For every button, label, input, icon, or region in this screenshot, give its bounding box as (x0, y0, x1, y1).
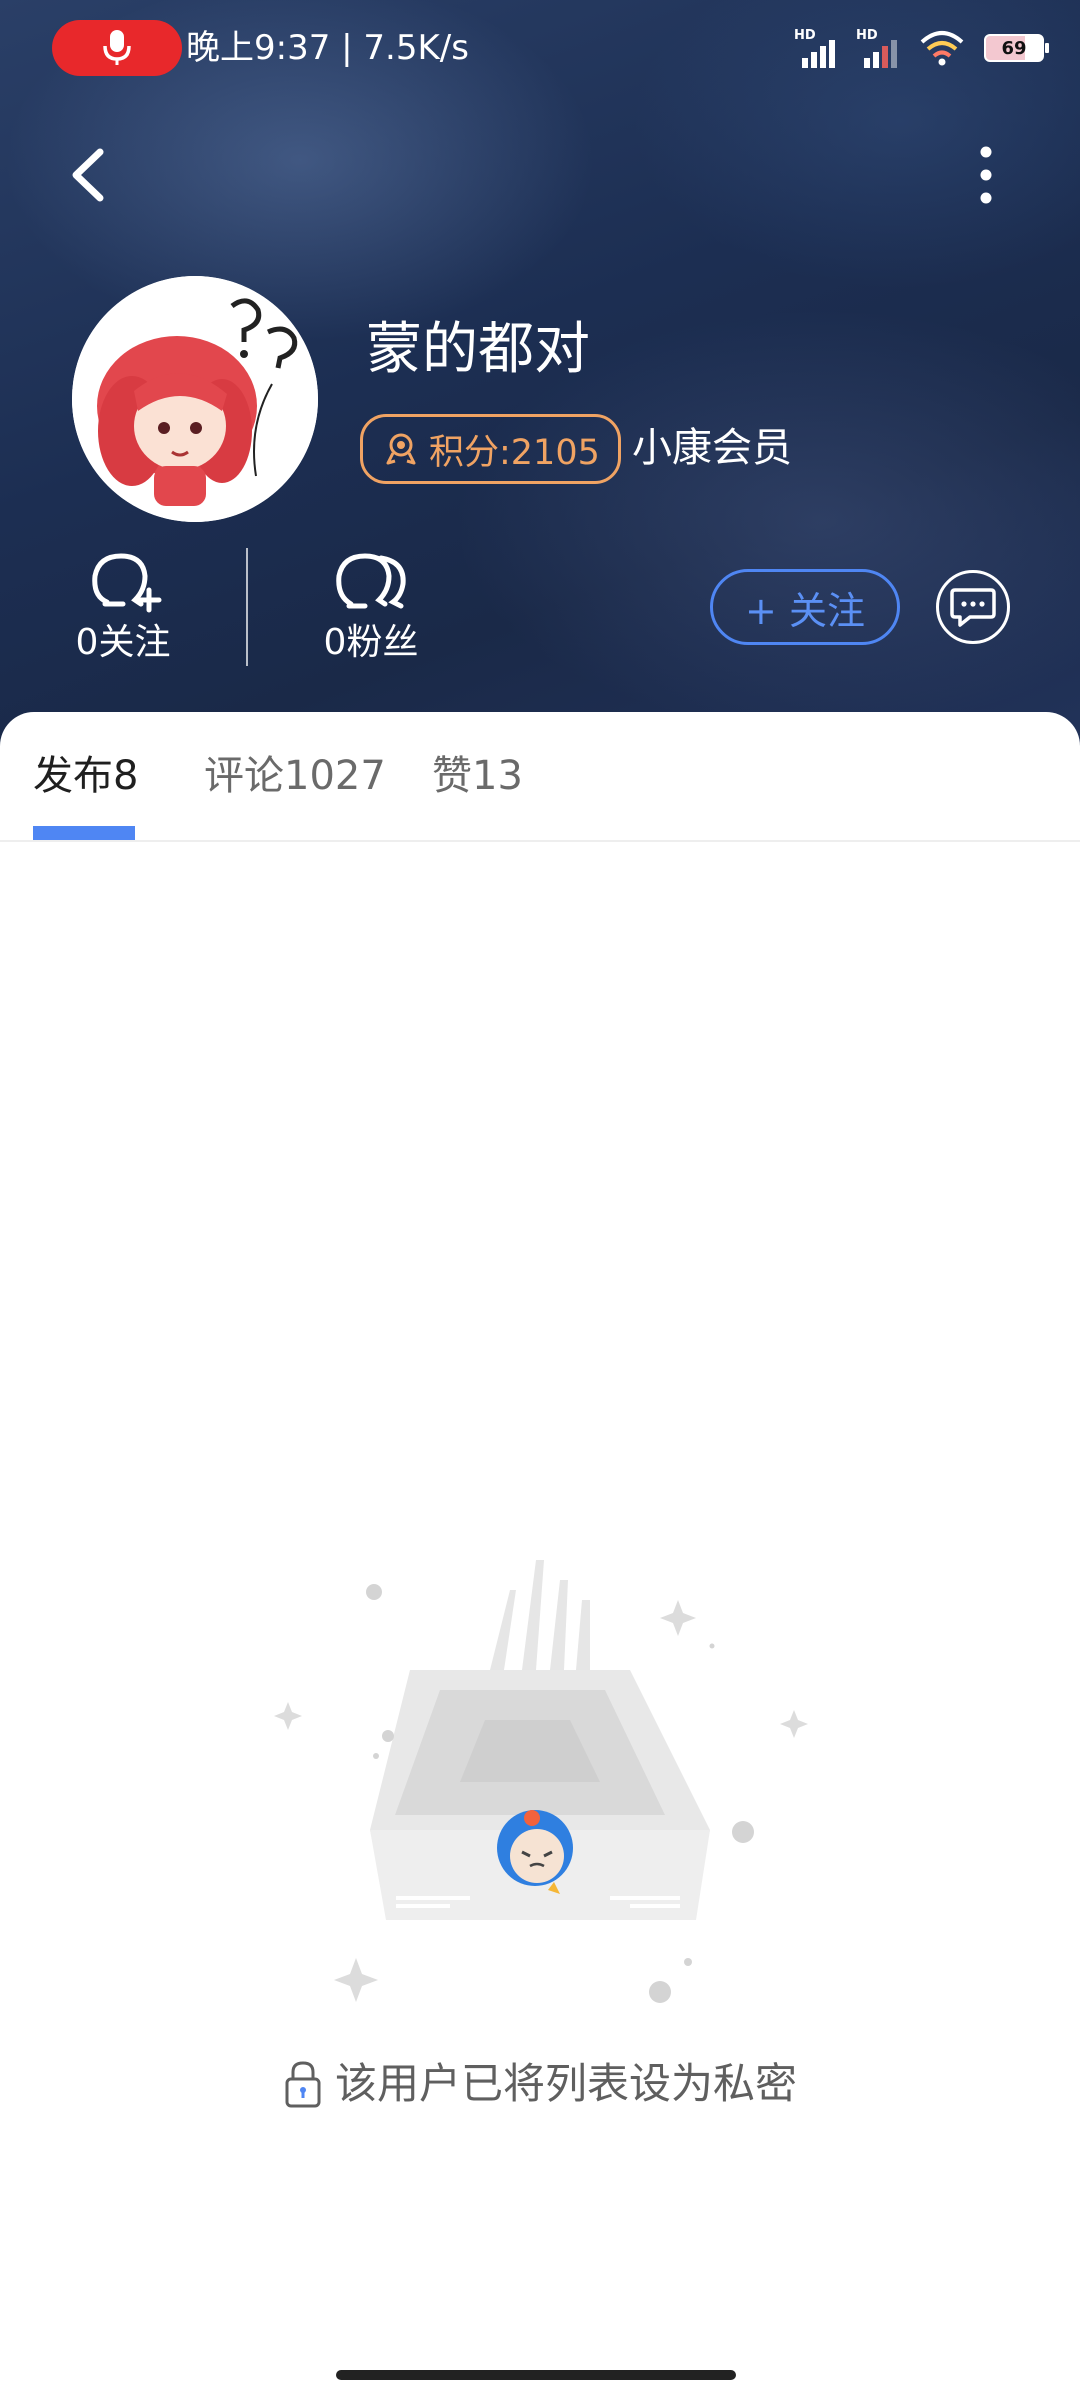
wifi-icon (920, 31, 964, 66)
points-label: 积分:2105 (429, 432, 600, 473)
active-tab-indicator (33, 826, 135, 840)
follow-button[interactable]: + 关注 (710, 569, 900, 645)
microphone-icon (103, 30, 131, 65)
chevron-left-icon (72, 148, 104, 202)
member-level-label[interactable]: 小康会员 (632, 418, 792, 478)
chat-bubble-icon (950, 588, 996, 627)
voice-recording-indicator[interactable] (52, 20, 182, 76)
fans-stat[interactable]: 0粉丝 (296, 548, 446, 666)
home-indicator[interactable] (336, 2370, 736, 2380)
content-panel: 发布8 评论1027 赞13 (0, 712, 1080, 2400)
tab-posts[interactable]: 发布8 (33, 748, 138, 804)
avatar-illustration-icon (72, 276, 318, 522)
back-button[interactable] (60, 140, 120, 210)
more-options-button[interactable] (966, 140, 1006, 210)
profile-username: 蒙的都对 (366, 317, 590, 382)
battery-icon: 69 (984, 34, 1049, 62)
user-add-icon (92, 553, 162, 613)
fans-icon (336, 553, 406, 609)
private-list-message: 该用户已将列表设为私密 (334, 2059, 797, 2108)
medal-icon (386, 433, 416, 465)
tab-likes[interactable]: 赞13 (432, 748, 523, 804)
status-time-netspeed: 晚上9:37 | 7.5K/s (186, 28, 469, 68)
following-stat[interactable]: 0关注 (48, 548, 198, 666)
profile-tabs: 发布8 评论1027 赞13 (0, 712, 1080, 842)
avatar[interactable] (72, 276, 318, 522)
stats-divider (246, 548, 248, 666)
status-icons: HD HD 69 (794, 26, 1049, 70)
tab-comments[interactable]: 评论1027 (204, 748, 386, 804)
signal-2-icon: HD (856, 28, 900, 68)
message-button[interactable] (936, 570, 1010, 644)
fans-count: 0粉丝 (323, 622, 419, 663)
signal-1-icon: HD (794, 28, 838, 68)
more-vertical-icon (980, 146, 992, 204)
points-badge[interactable]: 积分:2105 (360, 414, 621, 484)
empty-box-illustration-icon (274, 1560, 808, 2003)
private-list-notice: 该用户已将列表设为私密 (0, 2054, 1080, 2114)
lock-icon (285, 2061, 321, 2108)
following-count: 0关注 (75, 622, 171, 663)
profile-header: 晚上9:37 | 7.5K/s HD HD 69 蒙的都对 积分:2105 小康… (0, 0, 1080, 760)
